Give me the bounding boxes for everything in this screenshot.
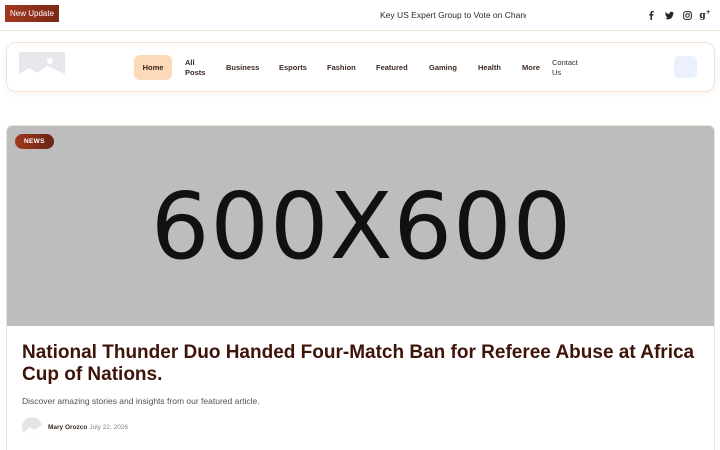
nav-more[interactable]: More bbox=[522, 55, 540, 80]
page: New Update Key US Expert Group to Vote o… bbox=[0, 0, 720, 450]
author-avatar[interactable] bbox=[22, 417, 42, 437]
site-logo[interactable] bbox=[19, 52, 65, 82]
article-excerpt: Discover amazing stories and insights fr… bbox=[22, 396, 260, 406]
featured-article-card[interactable]: 600X600 NEWS National Thunder Duo Handed… bbox=[6, 125, 715, 450]
nav-all-posts[interactable]: All Posts bbox=[185, 55, 211, 80]
article-title[interactable]: National Thunder Duo Handed Four-Match B… bbox=[22, 342, 702, 386]
instagram-icon[interactable] bbox=[682, 8, 692, 22]
facebook-icon[interactable] bbox=[646, 8, 656, 22]
nav-fashion[interactable]: Fashion bbox=[327, 55, 356, 80]
image-placeholder-text: 600X600 bbox=[150, 172, 573, 280]
social-links: g+ bbox=[646, 8, 711, 22]
nav-gaming[interactable]: Gaming bbox=[429, 55, 457, 80]
nav-featured[interactable]: Featured bbox=[376, 55, 408, 80]
news-ticker[interactable]: Key US Expert Group to Vote on Changing bbox=[380, 8, 526, 22]
category-badge[interactable]: NEWS bbox=[15, 134, 54, 149]
featured-image[interactable]: 600X600 bbox=[7, 126, 714, 326]
site-header: Home All Posts Business Esports Fashion … bbox=[6, 42, 715, 92]
nav-health[interactable]: Health bbox=[478, 55, 501, 80]
article-meta: Mary Orozco July 22, 2026 bbox=[22, 417, 128, 437]
author-name[interactable]: Mary Orozco bbox=[48, 424, 87, 431]
search-button[interactable] bbox=[674, 56, 697, 78]
new-update-badge: New Update bbox=[5, 5, 60, 22]
post-date: July 22, 2026 bbox=[89, 423, 129, 431]
nav-contact-us[interactable]: Contact Us bbox=[552, 55, 578, 80]
nav-business[interactable]: Business bbox=[226, 55, 259, 80]
google-plus-icon[interactable]: g+ bbox=[699, 8, 710, 22]
nav-esports[interactable]: Esports bbox=[279, 55, 307, 80]
top-bar: New Update Key US Expert Group to Vote o… bbox=[0, 0, 720, 31]
nav-home[interactable]: Home bbox=[134, 55, 172, 80]
twitter-icon[interactable] bbox=[664, 8, 674, 22]
